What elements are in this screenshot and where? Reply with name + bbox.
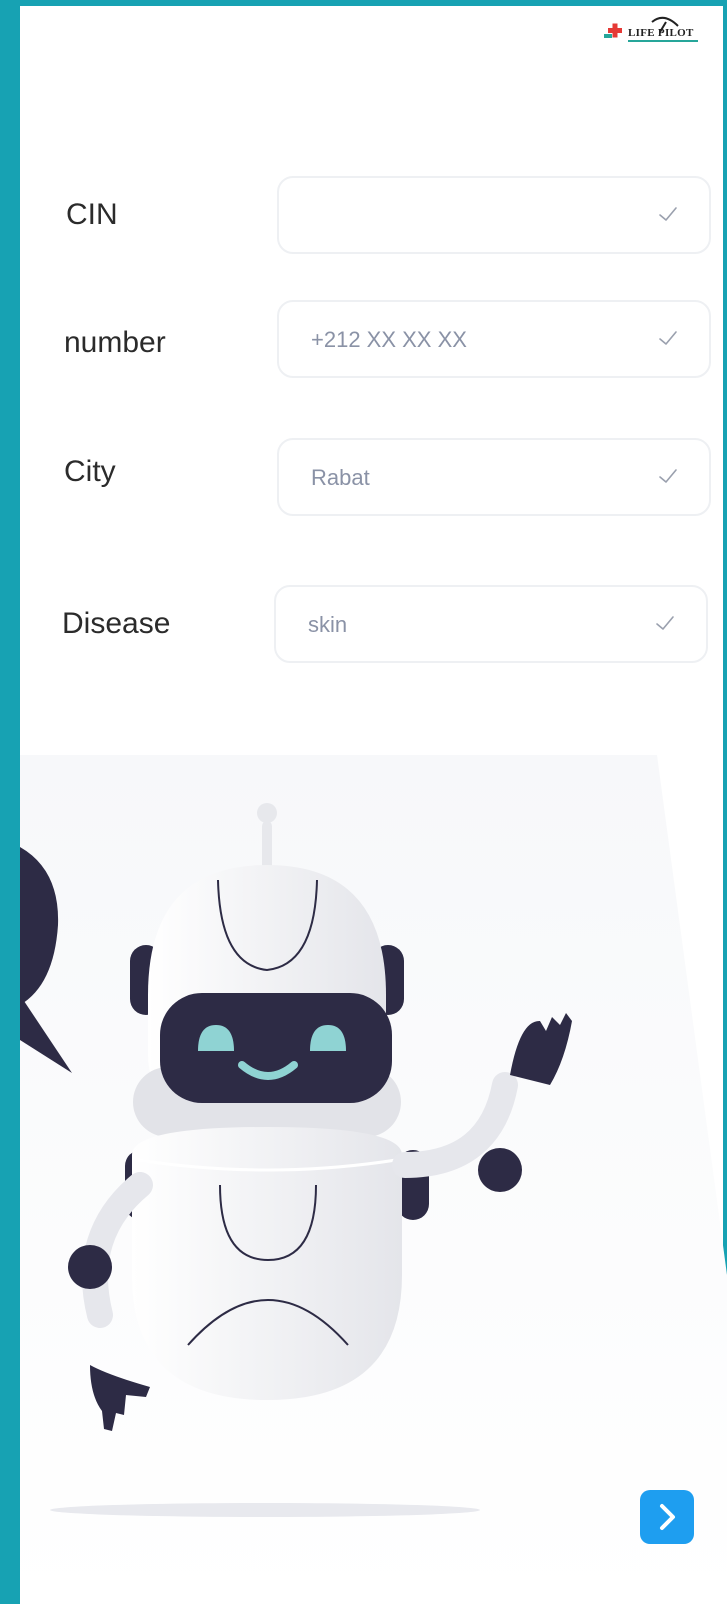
check-icon <box>659 469 677 483</box>
robot-torso <box>132 1127 402 1400</box>
robot-elbow-right <box>478 1148 522 1192</box>
city-field[interactable]: Rabat <box>277 438 711 516</box>
cin-label: CIN <box>66 198 118 231</box>
city-value: Rabat <box>311 465 370 490</box>
number-field[interactable]: +212 XX XX XX <box>277 300 711 378</box>
disease-label: Disease <box>62 607 171 640</box>
number-label: number <box>64 326 166 359</box>
robot-shadow <box>50 1503 480 1517</box>
check-icon <box>656 616 674 630</box>
chevron-right-icon <box>660 1504 675 1530</box>
cin-field[interactable] <box>277 176 711 254</box>
disease-value: skin <box>308 612 348 637</box>
antenna-tip <box>257 803 277 823</box>
robot-illustration <box>20 755 727 1604</box>
robot-elbow-left <box>68 1245 112 1289</box>
frame-top <box>0 0 727 6</box>
city-label: City <box>64 455 116 488</box>
number-value: +212 XX XX XX <box>311 327 467 352</box>
check-icon <box>659 331 677 345</box>
next-button[interactable] <box>640 1490 694 1544</box>
robot-visor <box>160 993 392 1103</box>
check-icon <box>659 207 677 221</box>
frame-left <box>0 0 20 1604</box>
disease-field[interactable]: skin <box>274 585 708 663</box>
logo-text: LIFE PILOT <box>628 27 694 39</box>
app-logo: LIFE PILOT <box>604 14 722 54</box>
